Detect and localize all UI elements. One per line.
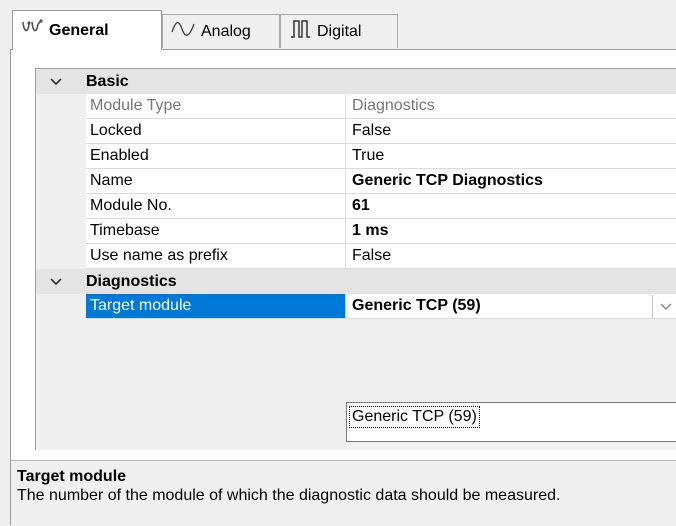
- analog-wave-icon: [171, 20, 195, 43]
- property-row-use-name-as-prefix[interactable]: Use name as prefix False: [36, 244, 676, 269]
- property-value: Diagnostics: [346, 94, 676, 119]
- target-module-combo[interactable]: Generic TCP (59): [346, 294, 676, 319]
- category-diagnostics[interactable]: Diagnostics: [36, 269, 676, 294]
- dropdown-button[interactable]: [652, 295, 676, 318]
- general-tab-panel: Basic Module Type Diagnostics Locked Fal…: [10, 49, 676, 526]
- property-value: Generic TCP (59): [352, 297, 481, 314]
- description-title: Target module: [17, 468, 127, 485]
- property-name: Module Type: [86, 94, 346, 119]
- dropdown-option[interactable]: Generic TCP (59): [349, 406, 480, 428]
- property-name: Timebase: [86, 219, 346, 244]
- property-name: Name: [86, 169, 346, 194]
- tab-general[interactable]: General: [12, 10, 162, 50]
- description-pane: Target module The number of the module o…: [11, 460, 676, 526]
- tab-digital[interactable]: Digital: [280, 14, 398, 48]
- category-basic[interactable]: Basic: [36, 69, 676, 94]
- chevron-down-icon[interactable]: [36, 69, 76, 94]
- tab-strip: General Analog Digital: [0, 0, 676, 50]
- property-value[interactable]: 1 ms: [346, 219, 676, 244]
- property-value[interactable]: False: [346, 244, 676, 269]
- property-row-module-no[interactable]: Module No. 61: [36, 194, 676, 219]
- chevron-down-icon[interactable]: [36, 269, 76, 294]
- description-text: The number of the module of which the di…: [17, 487, 561, 504]
- category-label: Basic: [86, 72, 129, 90]
- property-row-module-type[interactable]: Module Type Diagnostics: [36, 94, 676, 119]
- property-value[interactable]: True: [346, 144, 676, 169]
- tab-digital-label: Digital: [317, 22, 362, 40]
- tab-general-label: General: [49, 21, 109, 39]
- category-label: Diagnostics: [86, 272, 177, 290]
- general-wave-icon: [21, 18, 43, 43]
- property-row-name[interactable]: Name Generic TCP Diagnostics: [36, 169, 676, 194]
- property-name: Use name as prefix: [86, 244, 346, 269]
- property-name: Locked: [86, 119, 346, 144]
- property-value[interactable]: Generic TCP Diagnostics: [346, 169, 676, 194]
- property-row-enabled[interactable]: Enabled True: [36, 144, 676, 169]
- property-name-selected: Target module: [86, 294, 346, 319]
- property-row-locked[interactable]: Locked False: [36, 119, 676, 144]
- chevron-down-icon: [660, 303, 671, 310]
- digital-pulse-icon: [289, 20, 311, 43]
- target-module-dropdown-list: Generic TCP (59): [346, 402, 676, 442]
- property-row-target-module[interactable]: Target module Generic TCP (59): [36, 294, 676, 319]
- tab-analog-label: Analog: [201, 22, 251, 40]
- property-row-timebase[interactable]: Timebase 1 ms: [36, 219, 676, 244]
- property-value[interactable]: False: [346, 119, 676, 144]
- property-name: Enabled: [86, 144, 346, 169]
- tab-analog[interactable]: Analog: [162, 14, 280, 48]
- property-name: Module No.: [86, 194, 346, 219]
- property-value[interactable]: 61: [346, 194, 676, 219]
- property-grid: Basic Module Type Diagnostics Locked Fal…: [35, 68, 676, 450]
